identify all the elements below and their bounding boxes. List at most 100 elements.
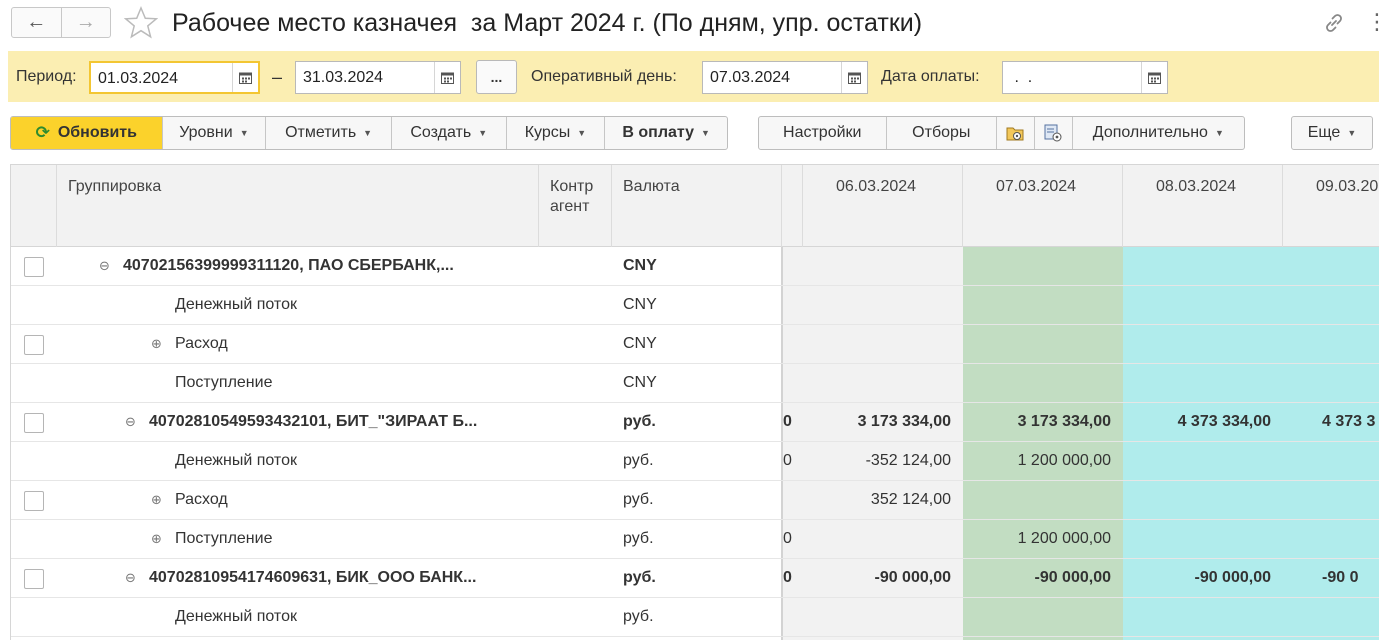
row-value-d3[interactable] <box>1123 442 1283 480</box>
row-checkbox[interactable] <box>24 257 44 277</box>
row-value-d4[interactable] <box>1322 598 1379 636</box>
period-to-field[interactable]: 31.03.2024 <box>295 61 461 94</box>
toolbar: ⟳ Обновить Уровни ▼ Отметить ▼ Создать ▼ Ку… <box>10 116 1379 150</box>
row-value-d4[interactable] <box>1322 520 1379 558</box>
row-checkbox[interactable] <box>24 569 44 589</box>
settings-list-button[interactable] <box>1033 117 1072 149</box>
calendar-icon[interactable] <box>232 63 258 92</box>
row-value-d4[interactable] <box>1322 364 1379 402</box>
header-counterparty[interactable]: Контр агент <box>539 165 612 247</box>
row-value-d2[interactable] <box>963 286 1123 324</box>
expand-icon[interactable]: ⊕ <box>151 325 162 363</box>
collapse-icon[interactable]: ⊖ <box>99 247 110 285</box>
row-value-d4[interactable] <box>1322 247 1379 285</box>
row-checkbox[interactable] <box>24 413 44 433</box>
row-value-d2[interactable] <box>963 481 1123 519</box>
row-value-d1[interactable] <box>803 247 963 285</box>
refresh-button[interactable]: ⟳ Обновить <box>11 117 162 149</box>
row-value-d4[interactable] <box>1322 286 1379 324</box>
row-value-d1[interactable] <box>803 520 963 558</box>
row-value-d4[interactable] <box>1322 442 1379 480</box>
row-value-d4[interactable]: -90 0 <box>1322 559 1379 597</box>
row-value-d4[interactable] <box>1322 481 1379 519</box>
row-value-d2[interactable] <box>963 247 1123 285</box>
row-value-d2[interactable] <box>963 598 1123 636</box>
row-value-d2[interactable] <box>963 364 1123 402</box>
dropdown-arrow-icon: ▼ <box>1214 128 1224 138</box>
to-payment-button[interactable]: В оплату ▼ <box>604 117 727 149</box>
row-currency: руб. <box>623 608 654 625</box>
row-value-d3[interactable] <box>1123 247 1283 285</box>
row-value-d3[interactable] <box>1123 364 1283 402</box>
favorite-star-icon[interactable] <box>124 6 158 40</box>
settings-button[interactable]: Настройки <box>759 117 886 149</box>
row-value-d3[interactable] <box>1123 286 1283 324</box>
row-value-d3[interactable] <box>1123 325 1283 363</box>
row-value-d3[interactable]: 4 373 334,00 <box>1123 403 1283 441</box>
more-vertical-icon[interactable]: ⋮ <box>1366 11 1379 33</box>
select-period-button[interactable]: ... <box>476 60 517 94</box>
row-value-d3[interactable] <box>1123 598 1283 636</box>
table-row[interactable]: Денежный поток CNY <box>11 286 1379 325</box>
rates-button[interactable]: Курсы ▼ <box>505 117 605 149</box>
row-value-d4[interactable]: 4 373 3 <box>1322 403 1379 441</box>
create-button[interactable]: Создать ▼ <box>390 117 506 149</box>
row-value-d2[interactable]: 1 200 000,00 <box>963 442 1123 480</box>
expand-icon[interactable]: ⊕ <box>151 520 162 558</box>
row-value-d3[interactable]: -90 000,00 <box>1123 559 1283 597</box>
table-row[interactable]: Денежный поток руб. 0 -352 124,00 1 200 000,… <box>11 442 1379 481</box>
row-value-d1[interactable]: 352 124,00 <box>803 481 963 519</box>
header-date-4[interactable]: 09.03.2024 <box>1283 165 1379 247</box>
table-row[interactable]: Поступление CNY <box>11 364 1379 403</box>
table-row[interactable]: ⊕ Расход руб. 352 124,00 <box>11 481 1379 520</box>
header-grouping[interactable]: Группировка <box>57 165 539 247</box>
forward-button[interactable]: → <box>60 8 111 37</box>
back-button[interactable]: ← <box>12 8 61 37</box>
row-value-d2[interactable]: -90 000,00 <box>963 559 1123 597</box>
row-value-d1[interactable] <box>803 286 963 324</box>
period-from-field[interactable]: 01.03.2024 <box>89 61 260 94</box>
table-row[interactable]: ⊕ Расход CNY <box>11 325 1379 364</box>
table-row[interactable]: ⊖ 40702810954174609631, БИК_ООО БАНК... ру… <box>11 559 1379 598</box>
collapse-icon[interactable]: ⊖ <box>125 403 136 441</box>
settings-folder-button[interactable] <box>996 117 1034 149</box>
levels-button[interactable]: Уровни ▼ <box>161 117 266 149</box>
mark-button[interactable]: Отметить ▼ <box>265 117 391 149</box>
header-date-3[interactable]: 08.03.2024 <box>1123 165 1283 247</box>
link-icon[interactable] <box>1322 11 1346 35</box>
table-row[interactable]: ⊕ Поступление руб. 0 1 200 000,00 <box>11 520 1379 559</box>
row-value-d1[interactable]: -90 000,00 <box>803 559 963 597</box>
table-row[interactable]: ⊖ 40702810549593432101, БИТ_"ЗИРААТ Б... р… <box>11 403 1379 442</box>
operative-day-field[interactable]: 07.03.2024 <box>702 61 868 94</box>
expand-icon[interactable]: ⊕ <box>151 481 162 519</box>
calendar-icon[interactable] <box>1141 62 1167 93</box>
calendar-icon[interactable] <box>434 62 460 93</box>
row-value-d1[interactable] <box>803 598 963 636</box>
header-checkbox-column <box>11 165 57 247</box>
row-checkbox[interactable] <box>24 335 44 355</box>
table-row[interactable]: Денежный поток руб. <box>11 598 1379 637</box>
row-value-d1[interactable] <box>803 364 963 402</box>
row-checkbox[interactable] <box>24 491 44 511</box>
table-row[interactable]: ⊖ 40702156399999311120, ПАО СБЕРБАНК,... C… <box>11 247 1379 286</box>
calendar-icon[interactable] <box>841 62 867 93</box>
payment-date-field[interactable]: . . <box>1002 61 1168 94</box>
collapse-icon[interactable]: ⊖ <box>125 559 136 597</box>
more-button[interactable]: Еще ▼ <box>1292 117 1372 149</box>
row-value-d1[interactable]: 3 173 334,00 <box>803 403 963 441</box>
row-value-d3[interactable] <box>1123 520 1283 558</box>
header-date-2[interactable]: 07.03.2024 <box>963 165 1123 247</box>
header-currency[interactable]: Валюта <box>612 165 782 247</box>
row-value-d3[interactable] <box>1123 481 1283 519</box>
row-value-d2[interactable] <box>963 325 1123 363</box>
row-value-d2[interactable]: 3 173 334,00 <box>963 403 1123 441</box>
row-value-d2[interactable]: 1 200 000,00 <box>963 520 1123 558</box>
row-value-d1[interactable]: -352 124,00 <box>803 442 963 480</box>
additional-button[interactable]: Дополнительно ▼ <box>1071 117 1244 149</box>
row-value-d4[interactable] <box>1322 325 1379 363</box>
filters-button[interactable]: Отборы <box>885 117 997 149</box>
row-grouping: 40702810954174609631, БИК_ООО БАНК... <box>149 569 477 586</box>
row-value-d1[interactable] <box>803 325 963 363</box>
dropdown-arrow-icon: ▼ <box>1347 128 1357 138</box>
header-date-1[interactable]: 06.03.2024 <box>803 165 963 247</box>
